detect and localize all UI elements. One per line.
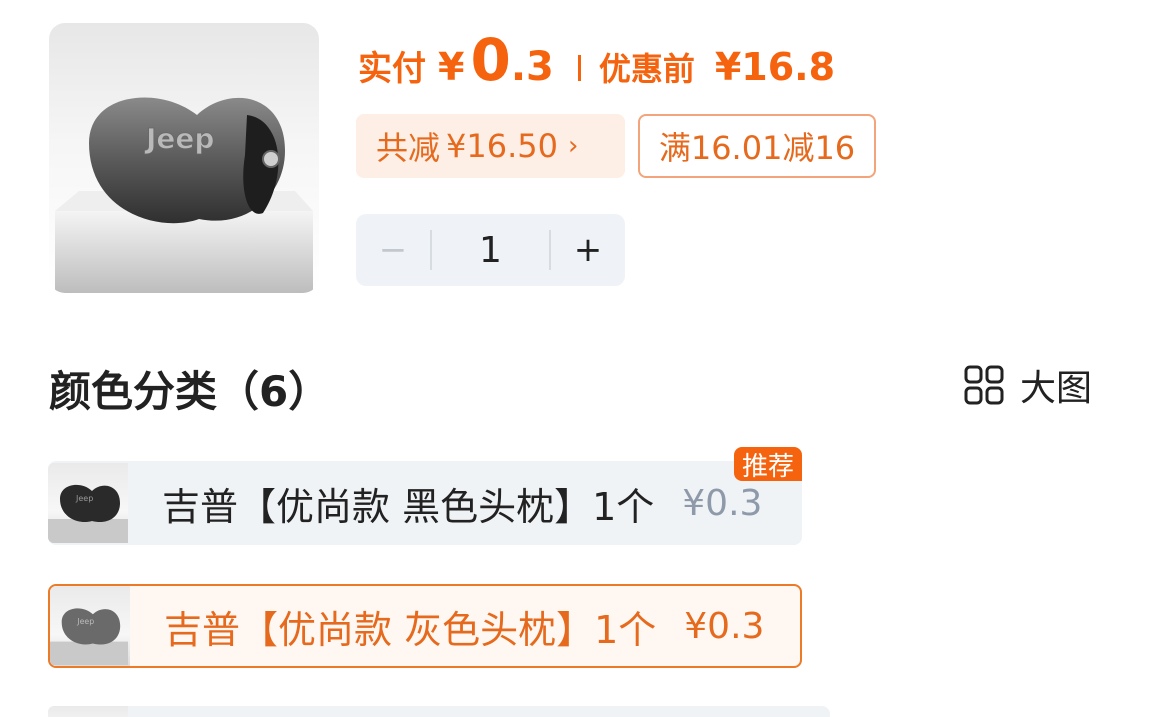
headrest-pillow-image: Jeep: [50, 608, 128, 665]
variant-name: 吉普【优尚款 灰色头枕】1个: [164, 607, 657, 652]
total-discount-chip[interactable]: 共减 ¥16.50 ›: [356, 114, 625, 178]
variant-option-gray[interactable]: Jeep 吉普【优尚款 灰色头枕】1个 ¥0.3: [48, 584, 802, 668]
coupon-chip[interactable]: 满16.01减16: [638, 114, 876, 178]
recommended-badge: 推荐: [733, 447, 802, 482]
product-image[interactable]: Jeep: [49, 23, 319, 293]
price-separator: [577, 55, 581, 81]
variant-price: ¥0.3: [682, 482, 763, 524]
original-price: ¥16.8: [714, 45, 836, 89]
chevron-right-icon: ›: [567, 131, 579, 161]
paid-price-decimal: .3: [510, 44, 554, 90]
paid-label: 实付: [358, 49, 426, 89]
paid-price-integer: 0: [470, 26, 511, 94]
jeep-logo: Jeep: [144, 122, 214, 155]
variant-option-next[interactable]: [48, 706, 830, 717]
variant-price: ¥0.3: [684, 605, 765, 647]
variant-name: 吉普【优尚款 黑色头枕】1个: [162, 484, 655, 529]
variant-thumbnail: [48, 706, 128, 717]
headrest-pillow-image: Jeep: [48, 484, 128, 543]
grid-icon: [964, 365, 1004, 405]
svg-text:Jeep: Jeep: [76, 617, 94, 626]
increment-button[interactable]: +: [551, 214, 625, 286]
total-discount-label: 共减: [376, 129, 441, 167]
price-row: 实付 ¥ 0 .3 优惠前 ¥16.8: [358, 26, 835, 98]
total-discount-value: ¥16.50: [446, 127, 558, 165]
variant-thumbnail: Jeep: [48, 463, 128, 543]
quantity-stepper: − 1 +: [356, 214, 625, 286]
large-image-toggle[interactable]: 大图: [964, 362, 1093, 409]
currency-symbol: ¥: [438, 45, 465, 89]
variant-thumbnail: Jeep: [50, 586, 130, 666]
large-image-label: 大图: [1020, 368, 1093, 409]
decrement-button[interactable]: −: [356, 214, 430, 286]
coupon-text: 满16.01减16: [658, 129, 856, 167]
section-title: 颜色分类（6）: [49, 367, 331, 416]
sku-selector-panel: Jeep 实付 ¥ 0 .3 优惠前 ¥16.8 共减 ¥16.50 › 满16…: [0, 0, 1152, 717]
quantity-value[interactable]: 1: [432, 230, 549, 271]
original-price-label: 优惠前: [598, 50, 695, 88]
svg-text:Jeep: Jeep: [75, 494, 93, 503]
headrest-pillow-image: Jeep: [55, 97, 313, 293]
variant-option-black[interactable]: Jeep 吉普【优尚款 黑色头枕】1个 ¥0.3 推荐: [48, 447, 802, 545]
